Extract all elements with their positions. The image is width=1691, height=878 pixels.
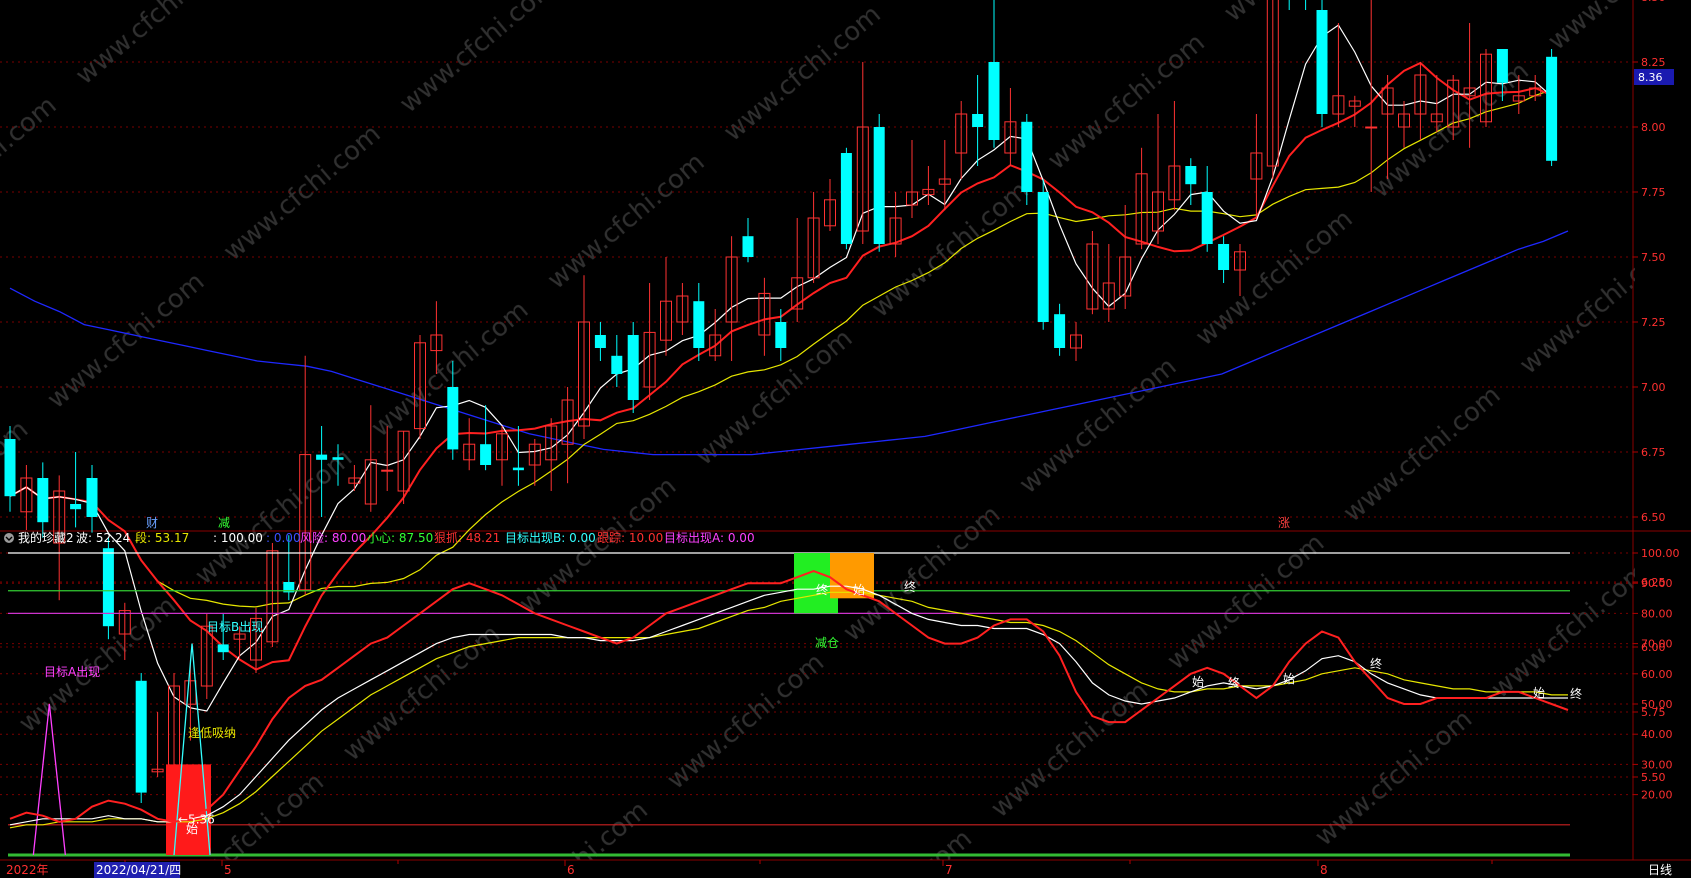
- watermark: [0, 0, 1635, 860]
- candle-body: [217, 644, 229, 653]
- candle-body: [775, 322, 787, 348]
- indicator-tick-label: 40.00: [1641, 728, 1673, 741]
- stock-chart[interactable]: www.cfchi.com 8.758.508.258.007.757.507.…: [0, 0, 1691, 878]
- end-label: 终: [904, 579, 916, 594]
- indicator-header-item: 段: 53.17: [135, 530, 189, 545]
- candle-body: [332, 457, 344, 460]
- indicator-tick-label: 30.00: [1641, 758, 1673, 771]
- price-tick-label: 8.00: [1641, 121, 1666, 134]
- price-tick-label: 7.00: [1641, 381, 1666, 394]
- candle-body: [86, 478, 98, 517]
- jian-marker: 减: [218, 516, 230, 530]
- candle-body: [1054, 314, 1066, 348]
- candle-body: [447, 387, 459, 450]
- candle-body: [102, 548, 114, 627]
- indicator-tick-label: 60.00: [1641, 668, 1673, 681]
- candle-body: [1201, 192, 1213, 244]
- buy-low-label: 逢低吸纳: [188, 726, 236, 740]
- target-a-label: 目标A出现: [44, 665, 100, 679]
- candle-body: [1546, 56, 1558, 161]
- time-label-month: 5: [224, 863, 232, 877]
- time-label-month: 6: [567, 863, 575, 877]
- indicator-tick-label: 50.00: [1641, 698, 1673, 711]
- candle-body: [70, 504, 82, 510]
- start-signal-block: [166, 764, 211, 855]
- candle-body: [480, 444, 492, 465]
- candle-body: [693, 301, 705, 348]
- candle-body: [316, 454, 328, 460]
- target-b-label: 目标B出现: [207, 620, 263, 634]
- price-tick-label: 6.75: [1641, 446, 1666, 459]
- price-tick-label: 7.50: [1641, 251, 1666, 264]
- period-label: 日线: [1648, 863, 1672, 877]
- candle-body: [1365, 126, 1378, 129]
- candle-body: [381, 469, 394, 472]
- current-price-label: 8.36: [1638, 71, 1663, 84]
- candle-body: [1316, 10, 1328, 114]
- price-tick-label: 8.50: [1641, 0, 1666, 4]
- candle-body: [135, 680, 147, 793]
- end-label: 终: [1370, 656, 1382, 671]
- cursor-date-label: 2022/04/21/四: [96, 863, 181, 877]
- start-label: 始: [186, 822, 198, 836]
- start-label: 始: [1283, 672, 1295, 686]
- price-tick-label: 7.75: [1641, 186, 1666, 199]
- zhang-marker: 涨: [1278, 515, 1290, 530]
- end-label: 终: [816, 582, 828, 597]
- candle-body: [742, 236, 754, 257]
- indicator-tick-label: 90.00: [1641, 577, 1673, 590]
- end-label: 终: [1228, 675, 1240, 690]
- start-label: 始: [1192, 675, 1204, 689]
- candle-body: [988, 62, 1000, 140]
- indicator-header-item: 狠抓: 48.21: [434, 531, 500, 545]
- indicator-name: 我的珍藏2: [18, 530, 74, 545]
- start-label: 始: [853, 583, 865, 597]
- price-tick-label: 8.25: [1641, 56, 1666, 69]
- time-label-year: 2022年: [6, 863, 49, 877]
- indicator-header: 我的珍藏2 波: 52.24 段: 53.17 : 100.00: 0.00 风险: 8…: [4, 530, 755, 545]
- candle-body: [37, 478, 49, 523]
- time-label-month: 8: [1320, 863, 1328, 877]
- indicator-header-item: : 100.00: [213, 531, 263, 545]
- indicator-header-item: 风险: 80.00: [300, 530, 366, 545]
- candle-body: [4, 439, 16, 497]
- candle-body: [873, 127, 885, 244]
- candle-body: [1185, 166, 1197, 185]
- indicator-header-item: 小心: 87.50: [367, 531, 433, 545]
- indicator-tick-label: 80.00: [1641, 607, 1673, 620]
- candle-body: [611, 355, 623, 374]
- candle-body: [840, 153, 852, 244]
- candle-body: [1037, 192, 1049, 322]
- cai-marker: 财: [146, 516, 158, 530]
- candle-body: [627, 335, 639, 400]
- candle-body: [1496, 49, 1508, 83]
- end-label: 终: [1570, 686, 1582, 701]
- toggle-circle-icon: [4, 533, 14, 543]
- candle-body: [1218, 244, 1230, 270]
- indicator-header-item: : 0.00: [266, 531, 301, 545]
- candle-body: [972, 114, 984, 127]
- indicator-tick-label: 70.00: [1641, 638, 1673, 651]
- candle-body: [512, 467, 524, 471]
- indicator-header-item: 波: 52.24: [76, 531, 130, 545]
- candle-body: [1021, 121, 1033, 192]
- price-tick-label: 5.50: [1641, 771, 1666, 784]
- price-tick-label: 7.25: [1641, 316, 1666, 329]
- time-label-month: 7: [945, 863, 953, 877]
- indicator-tick-label: 20.00: [1641, 789, 1673, 802]
- reduce-label: 减仓: [815, 636, 839, 650]
- indicator-header-item: 目标出现B: 0.00: [505, 531, 596, 545]
- start-label: 始: [1533, 686, 1545, 700]
- indicator-header-item: 目标出现A: 0.00: [664, 531, 755, 545]
- candle-body: [594, 335, 606, 348]
- indicator-header-item: 跟踪: 10.00: [597, 531, 663, 545]
- indicator-tick-label: 100.00: [1641, 547, 1680, 560]
- price-tick-label: 6.50: [1641, 511, 1666, 524]
